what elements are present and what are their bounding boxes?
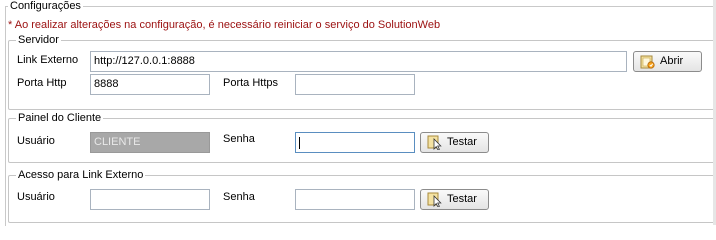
acesso-link-title: Acesso para Link Externo — [16, 169, 146, 182]
acesso-usuario-label: Usuário — [17, 191, 55, 203]
acesso-senha-label: Senha — [223, 191, 255, 203]
configuracoes-title: Configurações — [8, 0, 83, 13]
folder-open-icon — [640, 54, 656, 69]
porta-https-input[interactable] — [295, 74, 415, 95]
link-externo-input[interactable]: http://127.0.0.1:8888 — [90, 51, 627, 72]
porta-http-label: Porta Http — [17, 77, 67, 89]
abrir-button[interactable]: Abrir — [633, 51, 702, 72]
porta-http-input[interactable]: 8888 — [90, 74, 210, 95]
painel-senha-input[interactable] — [295, 132, 415, 153]
painel-usuario-input: CLIENTE — [90, 132, 210, 153]
abrir-label: Abrir — [660, 55, 684, 67]
painel-cliente-title: Painel do Cliente — [16, 112, 104, 125]
painel-testar-button[interactable]: Testar — [420, 132, 489, 153]
acesso-testar-label: Testar — [447, 193, 477, 205]
painel-senha-label: Senha — [223, 133, 255, 145]
link-externo-label: Link Externo — [17, 54, 79, 66]
servidor-title: Servidor — [16, 34, 61, 47]
acesso-testar-button[interactable]: Testar — [420, 189, 489, 210]
porta-https-label: Porta Https — [223, 77, 279, 89]
acesso-usuario-input[interactable] — [90, 189, 210, 210]
acesso-senha-input[interactable] — [295, 189, 415, 210]
test-pointer-icon — [427, 192, 443, 208]
painel-usuario-label: Usuário — [17, 135, 55, 147]
painel-testar-label: Testar — [447, 136, 477, 148]
text-caret — [299, 137, 300, 149]
test-pointer-icon — [427, 135, 443, 151]
restart-warning: * Ao realizar alterações na configuração… — [8, 19, 441, 31]
